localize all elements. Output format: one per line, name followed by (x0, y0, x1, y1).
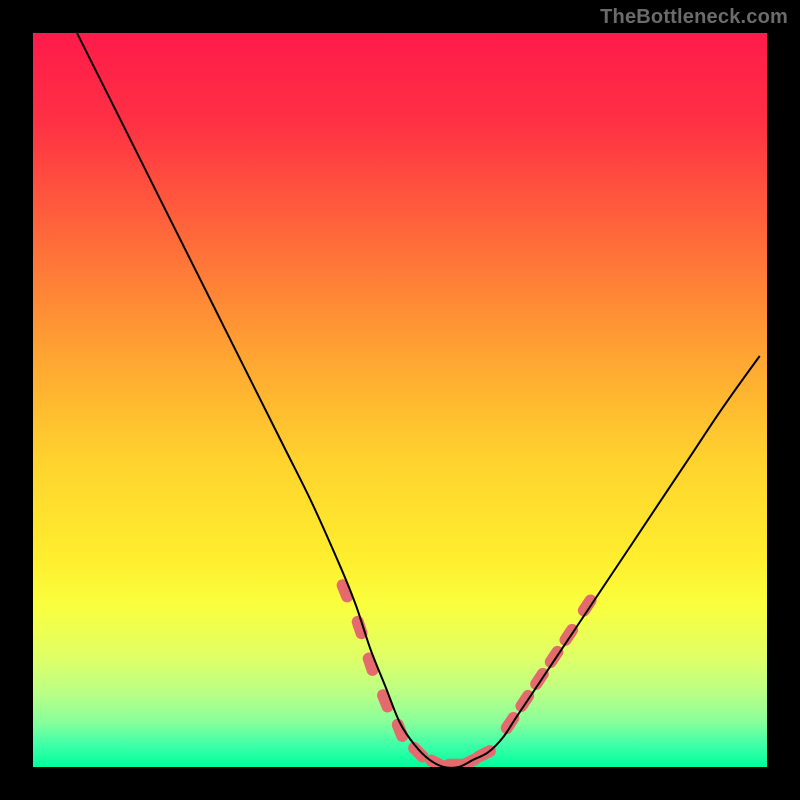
marker-pill (375, 688, 395, 715)
marker-group (335, 577, 599, 767)
chart-stage: TheBottleneck.com (0, 0, 800, 800)
plot-area (33, 33, 767, 767)
curve-layer (33, 33, 767, 767)
marker-pill (576, 592, 599, 619)
watermark-text: TheBottleneck.com (600, 6, 788, 29)
bottleneck-curve (77, 33, 760, 767)
marker-pill (335, 577, 355, 604)
